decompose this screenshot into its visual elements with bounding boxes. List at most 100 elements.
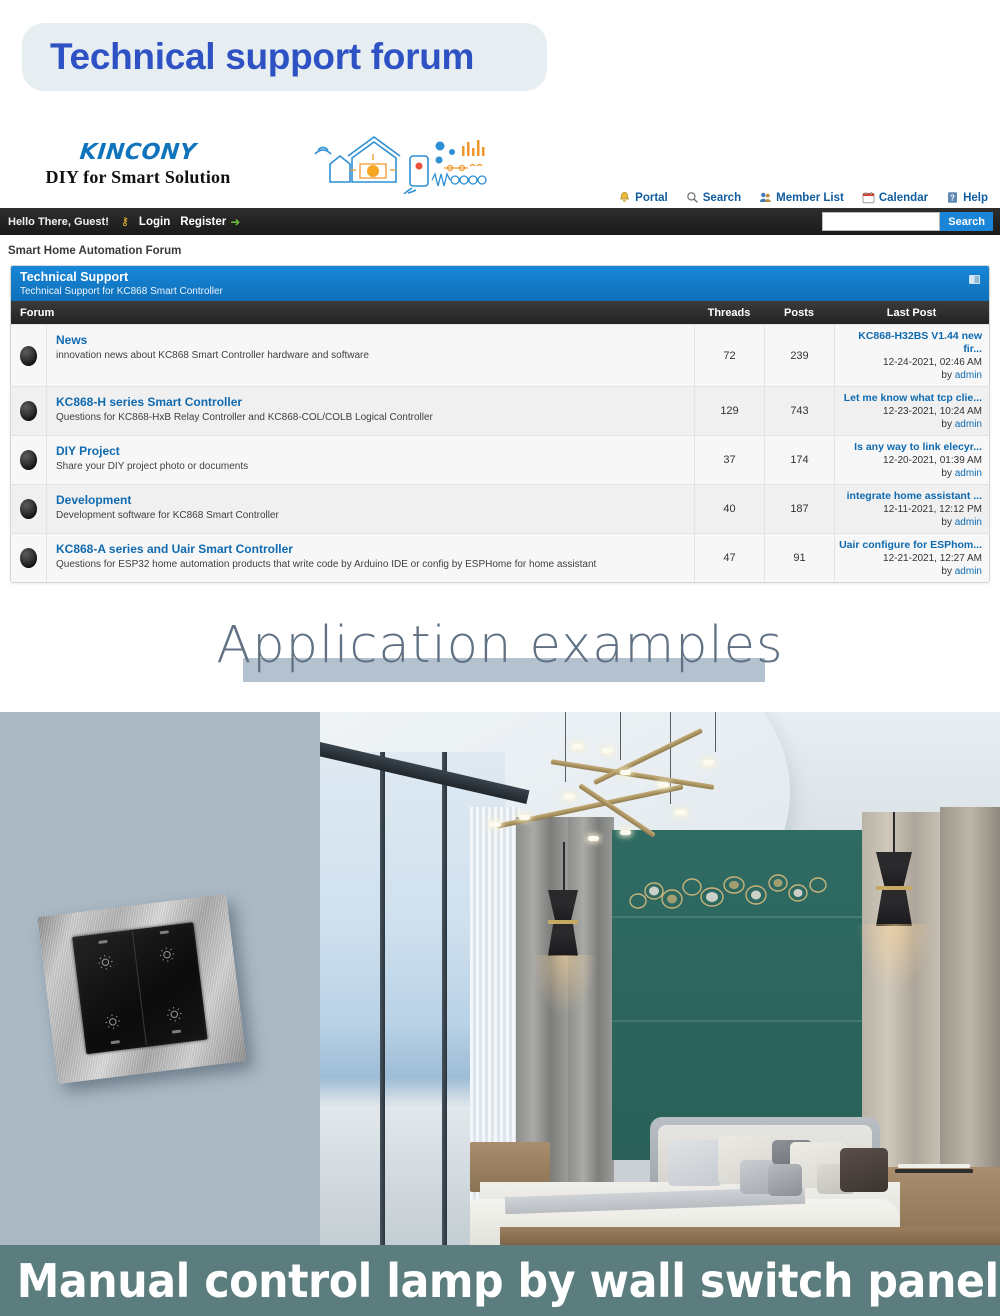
last-post-link[interactable]: Uair configure for ESPhom... (839, 539, 982, 552)
forum-status-cell (11, 387, 47, 435)
pillow (768, 1164, 802, 1196)
svg-text:?: ? (950, 193, 955, 202)
led-indicator (98, 939, 108, 944)
last-post-date: 12-21-2021, 12:27 AM (883, 553, 982, 564)
author-link[interactable]: admin (955, 419, 982, 430)
switch-button-1[interactable] (72, 930, 139, 995)
last-post-date: 12-23-2021, 10:24 AM (883, 406, 982, 417)
forum-status-cell (11, 534, 47, 582)
breadcrumb[interactable]: Smart Home Automation Forum (0, 235, 1000, 265)
switch-button-3[interactable] (79, 989, 146, 1054)
forum-link[interactable]: DIY Project (56, 443, 694, 459)
application-examples-heading: Application examples (216, 616, 784, 675)
last-post-link[interactable]: Is any way to link elecyr... (839, 441, 982, 454)
threads-count: 37 (694, 436, 764, 484)
last-post-date: 12-11-2021, 12:12 PM (883, 504, 982, 515)
caption-text: Manual control lamp by wall switch panel (16, 1253, 999, 1308)
page-title: Technical support forum (50, 36, 475, 77)
posts-count: 743 (764, 387, 834, 435)
page-title-banner: Technical support forum (22, 23, 547, 91)
last-post-cell: Is any way to link elecyr... 12-20-2021,… (834, 436, 989, 484)
books-decor (898, 1164, 970, 1168)
forum-link[interactable]: Development (56, 492, 694, 508)
category-subtitle: Technical Support for KC868 Smart Contro… (20, 286, 223, 297)
pillow (840, 1148, 888, 1192)
nav-label-help: Help (963, 191, 988, 204)
author-link[interactable]: admin (955, 370, 982, 381)
forum-description: Questions for KC868-HxB Relay Controller… (56, 412, 433, 423)
last-post-author-line: by admin (839, 418, 982, 431)
forum-folder-icon[interactable] (20, 499, 37, 519)
collapse-icon[interactable] (969, 275, 980, 284)
by-label: by (941, 370, 955, 381)
last-post-link[interactable]: integrate home assistant ... (839, 490, 982, 503)
caption-bar: Manual control lamp by wall switch panel (0, 1245, 1000, 1316)
forum-link[interactable]: News (56, 332, 694, 348)
last-post-cell: integrate home assistant ... 12-11-2021,… (834, 485, 989, 533)
wall-art-decor-icon (620, 867, 850, 929)
forum-link[interactable]: KC868-A series and Uair Smart Controller (56, 541, 694, 557)
switch-button-4[interactable] (140, 981, 207, 1046)
forum-folder-icon[interactable] (20, 401, 37, 421)
people-icon (759, 191, 772, 204)
wood-panel-column (568, 817, 614, 1245)
category-header: Technical Support Technical Support for … (11, 266, 989, 301)
column-threads: Threads (707, 306, 751, 319)
author-link[interactable]: admin (955, 468, 982, 479)
forum-info: Development Development software for KC8… (47, 485, 694, 533)
nav-link-help[interactable]: ? Help (946, 191, 988, 204)
nav-link-member-list[interactable]: Member List (759, 191, 844, 204)
threads-count: 129 (694, 387, 764, 435)
forum-screenshot: KINCONY DIY for Smart Solution Portal Se… (0, 120, 1000, 583)
forum-link[interactable]: KC868-H series Smart Controller (56, 394, 694, 410)
last-post-author-line: by admin (839, 565, 982, 578)
pillow (668, 1140, 722, 1186)
switch-touch-area[interactable] (72, 922, 208, 1055)
posts-count: 91 (764, 534, 834, 582)
light-bulb-icon (158, 946, 176, 964)
search-button[interactable]: Search (940, 212, 993, 231)
last-post-date: 12-20-2021, 01:39 AM (883, 455, 982, 466)
search-input[interactable] (822, 212, 941, 231)
forum-description: Share your DIY project photo or document… (56, 461, 249, 472)
forum-folder-icon[interactable] (20, 450, 37, 470)
login-link[interactable]: Login (139, 216, 170, 228)
by-label: by (941, 517, 955, 528)
nav-link-calendar[interactable]: Calendar (862, 191, 928, 204)
posts-count: 174 (764, 436, 834, 484)
nav-label-calendar: Calendar (878, 191, 929, 204)
posts-count: 187 (764, 485, 834, 533)
forum-info: DIY Project Share your DIY project photo… (47, 436, 694, 484)
brand-tagline: DIY for Smart Solution (45, 167, 231, 187)
last-post-author-line: by admin (839, 467, 982, 480)
forum-folder-icon[interactable] (20, 345, 37, 366)
key-icon: ⚷ (120, 216, 129, 228)
author-link[interactable]: admin (955, 517, 982, 528)
nav-link-search[interactable]: Search (686, 191, 741, 204)
forum-description: Questions for ESP32 home automation prod… (56, 559, 597, 570)
application-examples-section: Application examples (0, 600, 1000, 712)
forum-status-cell (11, 485, 47, 533)
author-link[interactable]: admin (955, 566, 982, 577)
forum-folder-icon[interactable] (20, 548, 37, 568)
by-label: by (941, 419, 955, 430)
forum-info: News innovation news about KC868 Smart C… (47, 325, 694, 386)
last-post-link[interactable]: Let me know what tcp clie... (839, 392, 982, 405)
brand-logo[interactable]: KINCONY DIY for Smart Solution (38, 140, 238, 188)
threads-count: 47 (694, 534, 764, 582)
light-bulb-icon (165, 1005, 183, 1023)
register-link[interactable]: Register (180, 216, 226, 228)
table-row: DIY Project Share your DIY project photo… (11, 435, 989, 484)
help-icon: ? (946, 191, 959, 204)
nav-link-portal[interactable]: Portal (618, 191, 668, 204)
top-nav: Portal Search Member List Calendar ? Hel… (618, 191, 988, 204)
switch-faceplate (37, 894, 247, 1084)
threads-count: 40 (694, 485, 764, 533)
category-title[interactable]: Technical Support (20, 270, 979, 285)
last-post-date: 12-24-2021, 02:46 AM (883, 357, 982, 368)
last-post-link[interactable]: KC868-H32BS V1.44 new fir... (839, 330, 982, 356)
switch-button-2[interactable] (133, 922, 200, 987)
forum-status-cell (11, 436, 47, 484)
last-post-cell: KC868-H32BS V1.44 new fir... 12-24-2021,… (834, 325, 989, 386)
table-row: News innovation news about KC868 Smart C… (11, 324, 989, 386)
